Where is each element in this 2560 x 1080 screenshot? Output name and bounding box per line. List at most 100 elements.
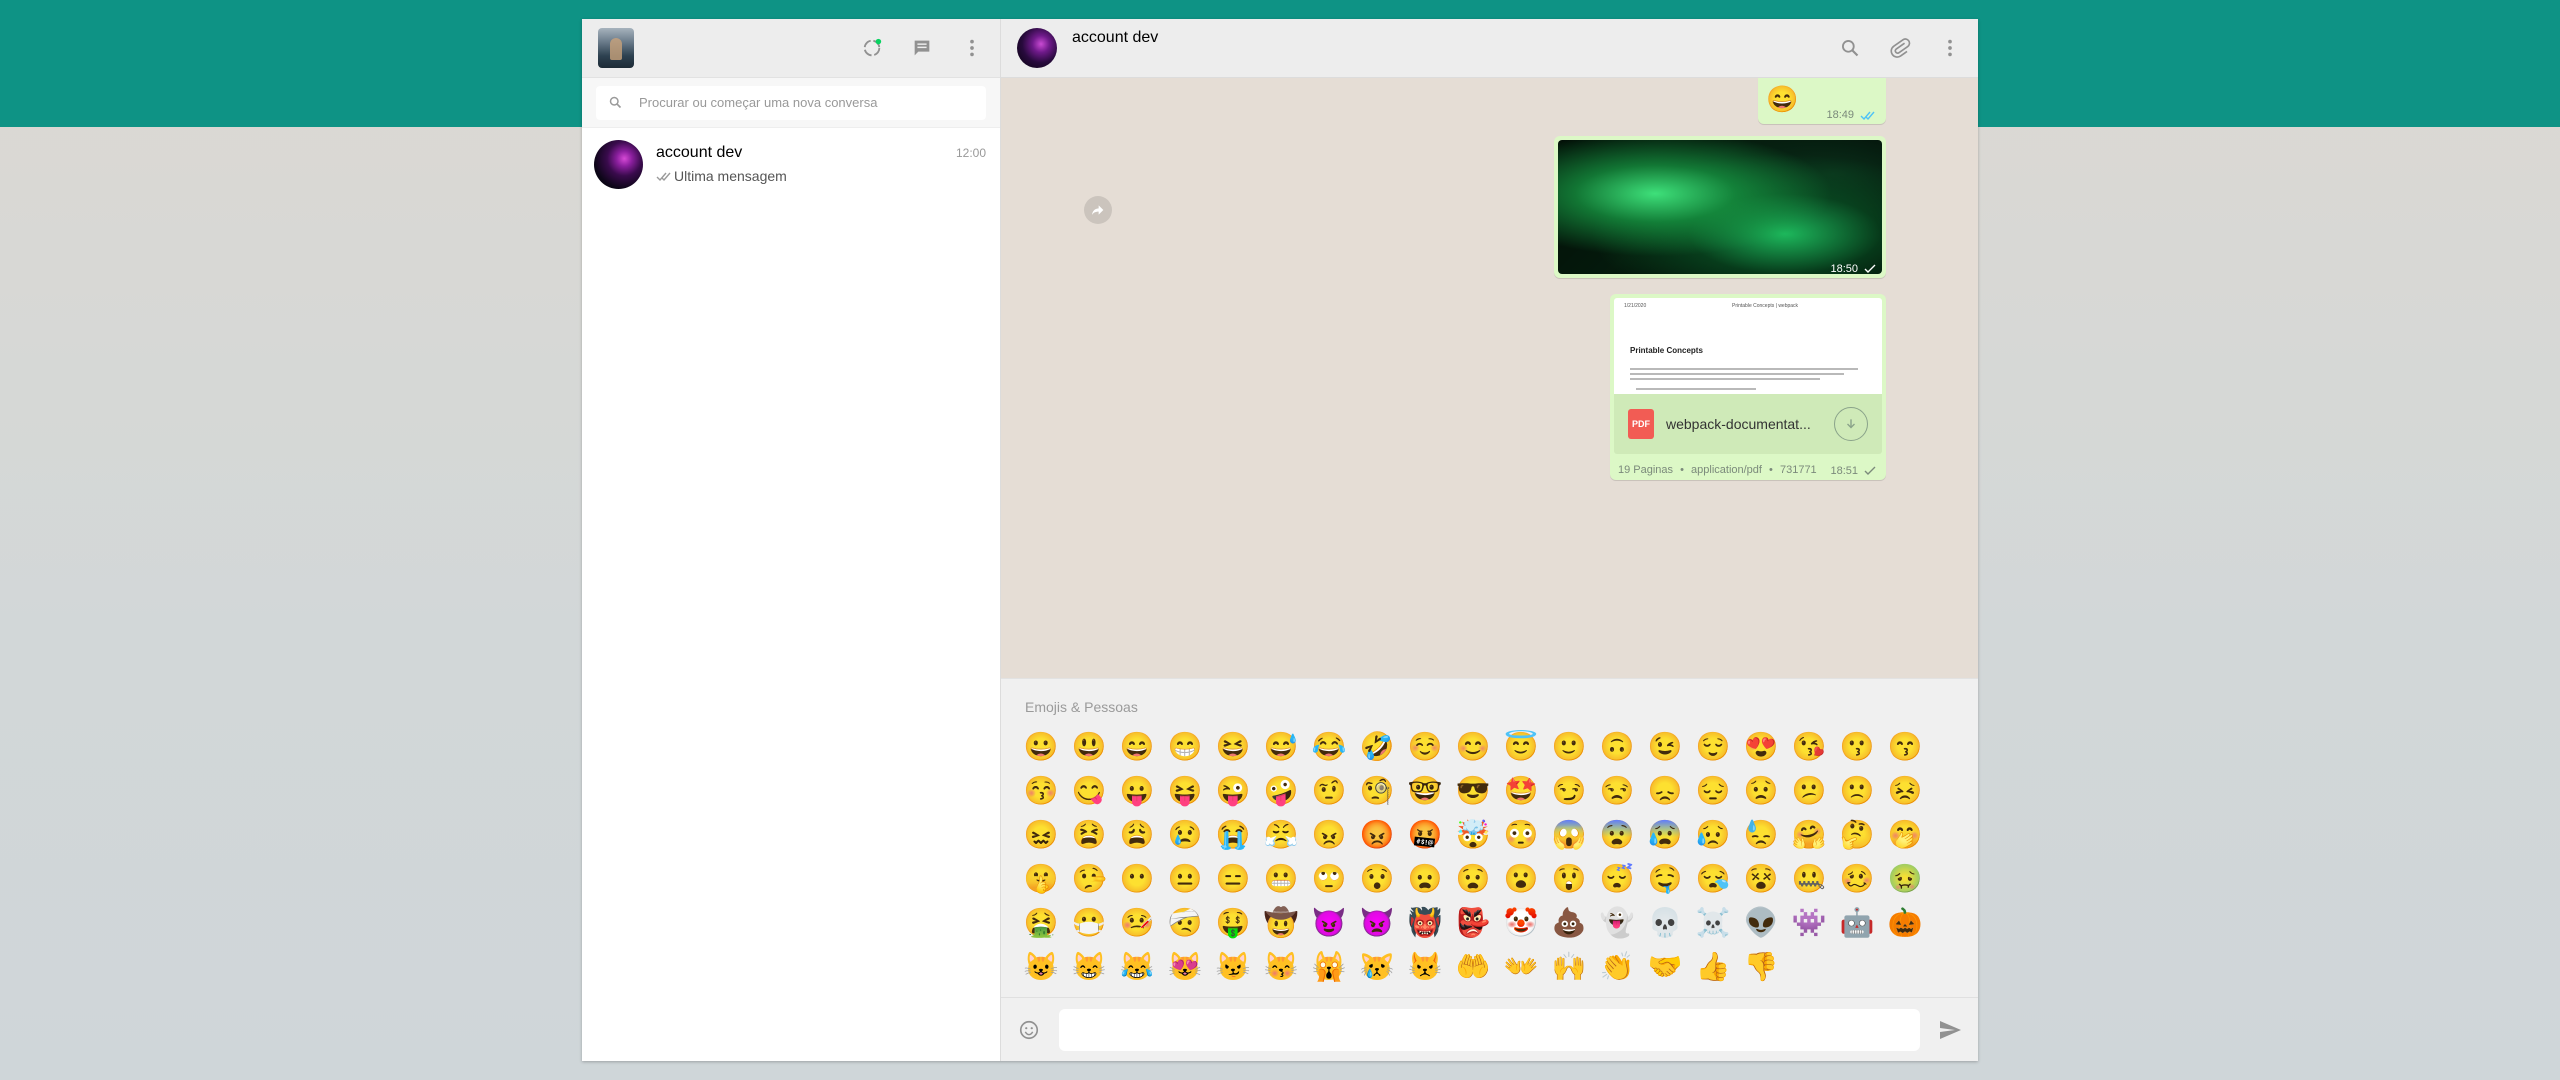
search-input[interactable] bbox=[637, 94, 974, 111]
emoji-cell[interactable]: 🧐 bbox=[1353, 769, 1401, 813]
emoji-cell[interactable]: 😀 bbox=[1017, 725, 1065, 769]
emoji-cell[interactable]: 🤝 bbox=[1641, 945, 1689, 989]
emoji-cell[interactable]: 🤕 bbox=[1161, 901, 1209, 945]
emoji-cell[interactable]: 😻 bbox=[1161, 945, 1209, 989]
emoji-cell[interactable]: 😈 bbox=[1305, 901, 1353, 945]
my-profile-avatar[interactable] bbox=[598, 28, 634, 68]
emoji-cell[interactable]: 😚 bbox=[1017, 769, 1065, 813]
emoji-cell[interactable]: ☠️ bbox=[1689, 901, 1737, 945]
emoji-cell[interactable]: 😘 bbox=[1785, 725, 1833, 769]
document-preview[interactable]: 1/21/2020 Printable Concepts | webpack P… bbox=[1614, 298, 1882, 394]
emoji-cell[interactable]: 🤢 bbox=[1881, 857, 1929, 901]
emoji-cell[interactable]: 🙄 bbox=[1305, 857, 1353, 901]
emoji-cell[interactable]: 😮 bbox=[1497, 857, 1545, 901]
emoji-cell[interactable]: 👐 bbox=[1497, 945, 1545, 989]
emoji-cell[interactable]: 😅 bbox=[1257, 725, 1305, 769]
emoji-cell[interactable]: 😔 bbox=[1689, 769, 1737, 813]
emoji-cell[interactable]: 😳 bbox=[1497, 813, 1545, 857]
emoji-cell[interactable]: 😦 bbox=[1401, 857, 1449, 901]
forward-icon[interactable] bbox=[1084, 196, 1112, 224]
emoji-cell[interactable]: 😊 bbox=[1449, 725, 1497, 769]
emoji-cell[interactable]: 👿 bbox=[1353, 901, 1401, 945]
download-icon[interactable] bbox=[1834, 407, 1868, 441]
emoji-cell[interactable]: 😯 bbox=[1353, 857, 1401, 901]
emoji-cell[interactable]: 🥴 bbox=[1833, 857, 1881, 901]
emoji-cell[interactable]: 👽 bbox=[1737, 901, 1785, 945]
emoji-cell[interactable]: 😃 bbox=[1065, 725, 1113, 769]
emoji-cell[interactable]: 👾 bbox=[1785, 901, 1833, 945]
emoji-cell[interactable]: ☺️ bbox=[1401, 725, 1449, 769]
emoji-cell[interactable]: 😣 bbox=[1881, 769, 1929, 813]
new-chat-icon[interactable] bbox=[910, 36, 934, 60]
emoji-cell[interactable]: 👻 bbox=[1593, 901, 1641, 945]
emoji-cell[interactable]: 😑 bbox=[1209, 857, 1257, 901]
emoji-cell[interactable]: 😢 bbox=[1161, 813, 1209, 857]
emoji-cell[interactable]: 😾 bbox=[1401, 945, 1449, 989]
emoji-message[interactable]: 😄 18:49 bbox=[1758, 78, 1886, 124]
status-icon[interactable] bbox=[860, 36, 884, 60]
emoji-cell[interactable]: 🤗 bbox=[1785, 813, 1833, 857]
emoji-cell[interactable]: 😒 bbox=[1593, 769, 1641, 813]
emoji-cell[interactable]: 😇 bbox=[1497, 725, 1545, 769]
image-message[interactable]: 18:50 bbox=[1554, 136, 1886, 278]
emoji-cell[interactable]: 😧 bbox=[1449, 857, 1497, 901]
emoji-cell[interactable]: 😞 bbox=[1641, 769, 1689, 813]
emoji-cell[interactable]: 😌 bbox=[1689, 725, 1737, 769]
menu-kebab-icon[interactable] bbox=[960, 36, 984, 60]
emoji-cell[interactable]: 😶 bbox=[1113, 857, 1161, 901]
attach-paperclip-icon[interactable] bbox=[1888, 36, 1912, 60]
emoji-cell[interactable]: 😝 bbox=[1161, 769, 1209, 813]
emoji-cell[interactable]: 😬 bbox=[1257, 857, 1305, 901]
emoji-cell[interactable]: 🤨 bbox=[1305, 769, 1353, 813]
emoji-cell[interactable]: 😷 bbox=[1065, 901, 1113, 945]
emoji-cell[interactable]: 😪 bbox=[1689, 857, 1737, 901]
emoji-cell[interactable]: 😵 bbox=[1737, 857, 1785, 901]
emoji-cell[interactable]: 😼 bbox=[1209, 945, 1257, 989]
emoji-cell[interactable]: 🙂 bbox=[1545, 725, 1593, 769]
emoji-cell[interactable]: 🤬 bbox=[1401, 813, 1449, 857]
emoji-cell[interactable]: 🤡 bbox=[1497, 901, 1545, 945]
emoji-cell[interactable]: 🙃 bbox=[1593, 725, 1641, 769]
emoji-cell[interactable]: 😴 bbox=[1593, 857, 1641, 901]
emoji-cell[interactable]: 😎 bbox=[1449, 769, 1497, 813]
emoji-cell[interactable]: 😥 bbox=[1689, 813, 1737, 857]
emoji-cell[interactable]: 😄 bbox=[1113, 725, 1161, 769]
emoji-cell[interactable]: 😨 bbox=[1593, 813, 1641, 857]
emoji-cell[interactable]: 😡 bbox=[1353, 813, 1401, 857]
emoji-cell[interactable]: 👍 bbox=[1689, 945, 1737, 989]
emoji-cell[interactable]: 😱 bbox=[1545, 813, 1593, 857]
emoji-cell[interactable]: 😖 bbox=[1017, 813, 1065, 857]
emoji-cell[interactable]: 😋 bbox=[1065, 769, 1113, 813]
emoji-cell[interactable]: 🤪 bbox=[1257, 769, 1305, 813]
emoji-cell[interactable]: 🤮 bbox=[1017, 901, 1065, 945]
emoji-cell[interactable]: 😗 bbox=[1833, 725, 1881, 769]
emoji-cell[interactable]: 😩 bbox=[1113, 813, 1161, 857]
emoji-cell[interactable]: 🤯 bbox=[1449, 813, 1497, 857]
emoji-cell[interactable]: 🤥 bbox=[1065, 857, 1113, 901]
search-messages-icon[interactable] bbox=[1838, 36, 1862, 60]
emoji-cell[interactable]: 😁 bbox=[1161, 725, 1209, 769]
emoji-cell[interactable]: 👎 bbox=[1737, 945, 1785, 989]
emoji-cell[interactable]: 😲 bbox=[1545, 857, 1593, 901]
emoji-cell[interactable]: 🤲 bbox=[1449, 945, 1497, 989]
emoji-cell[interactable]: 🤓 bbox=[1401, 769, 1449, 813]
document-message[interactable]: 1/21/2020 Printable Concepts | webpack P… bbox=[1610, 294, 1886, 480]
chat-list-item[interactable]: account dev 12:00 Ultima mensagem bbox=[582, 128, 1000, 200]
emoji-cell[interactable]: 🤖 bbox=[1833, 901, 1881, 945]
emoji-cell[interactable]: 😤 bbox=[1257, 813, 1305, 857]
emoji-cell[interactable]: 🤠 bbox=[1257, 901, 1305, 945]
contact-avatar[interactable] bbox=[1017, 28, 1057, 68]
emoji-cell[interactable]: 😸 bbox=[1065, 945, 1113, 989]
conversation-menu-kebab-icon[interactable] bbox=[1938, 36, 1962, 60]
emoji-cell[interactable]: 👹 bbox=[1401, 901, 1449, 945]
emoji-cell[interactable]: 🤫 bbox=[1017, 857, 1065, 901]
emoji-cell[interactable]: 😓 bbox=[1737, 813, 1785, 857]
emoji-cell[interactable]: 😂 bbox=[1305, 725, 1353, 769]
emoji-cell[interactable]: 😿 bbox=[1353, 945, 1401, 989]
emoji-cell[interactable]: 🎃 bbox=[1881, 901, 1929, 945]
emoji-cell[interactable]: 🤐 bbox=[1785, 857, 1833, 901]
emoji-cell[interactable]: 💀 bbox=[1641, 901, 1689, 945]
emoji-cell[interactable]: 🤔 bbox=[1833, 813, 1881, 857]
emoji-cell[interactable]: 😉 bbox=[1641, 725, 1689, 769]
emoji-cell[interactable]: 😠 bbox=[1305, 813, 1353, 857]
